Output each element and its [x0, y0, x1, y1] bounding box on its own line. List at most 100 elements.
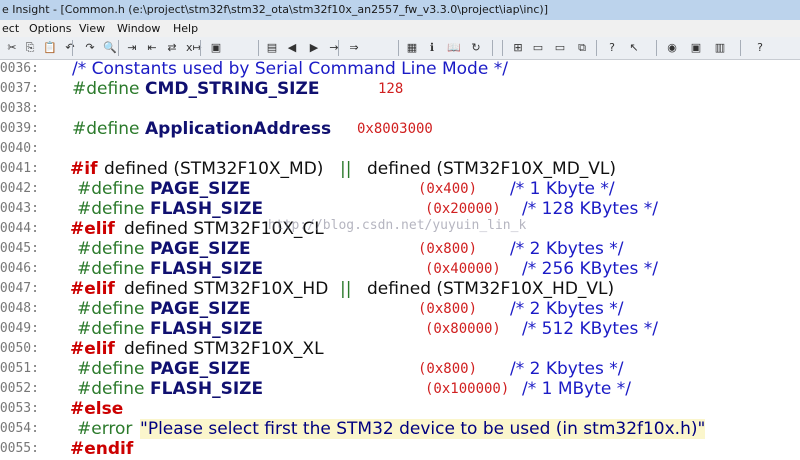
code-line[interactable]: 00045: #define PAGE_SIZE (0x800) /* 2 Kbyte… [0, 239, 800, 260]
toolbar-separator [258, 40, 259, 56]
find-icon[interactable]: 🔍 [102, 40, 118, 55]
code-line[interactable]: 00042: #define PAGE_SIZE (0x400) /* 1 Kbyte… [0, 179, 800, 200]
window3-icon[interactable]: ⧉ [574, 40, 590, 55]
code-token: PAGE_SIZE [150, 299, 251, 319]
toolbar-separator [118, 40, 119, 56]
jump-icon[interactable]: → [326, 40, 342, 55]
toolbar-separator [492, 40, 493, 56]
code-line[interactable]: 00050: #elif defined STM32F10X_XL [0, 339, 800, 360]
menu-view[interactable]: View [79, 22, 105, 35]
code-line[interactable]: 00048: #define PAGE_SIZE (0x800) /* 2 Kbyte… [0, 299, 800, 320]
forward-icon[interactable]: ▶ [306, 40, 322, 55]
line-number: 00044: [0, 221, 39, 236]
code-token: #define [77, 359, 150, 379]
line-number: 00037: [0, 81, 39, 96]
view2-icon[interactable]: ▣ [688, 40, 704, 55]
window-icon[interactable]: ▭ [530, 40, 546, 55]
toolbar: ✂⎘📋↶↷🔍⇥⇤⇄x↦y▣▤◀▶→⇒▦ℹ📖↻⊞▭▭⧉?↖◉▣▥? [0, 37, 800, 60]
symbol-icon[interactable]: ▦ [404, 40, 420, 55]
code-line[interactable]: 00041: #if defined (STM32F10X_MD) || defined… [0, 159, 800, 180]
code-line[interactable]: 00043: #define FLASH_SIZE (0x20000) /* 128 … [0, 199, 800, 220]
code-token: #else [70, 399, 124, 419]
info-icon[interactable]: ℹ [424, 40, 440, 55]
menu-help[interactable]: Help [173, 22, 198, 35]
view3-icon[interactable]: ▥ [712, 40, 728, 55]
code-token: #if [70, 159, 98, 179]
toolbar-separator [740, 40, 741, 56]
code-line[interactable]: 00038: [0, 100, 800, 120]
toolbar-separator [656, 40, 657, 56]
window2-icon[interactable]: ▭ [552, 40, 568, 55]
toolbar-separator [596, 40, 597, 56]
code-token: (0x40000) [425, 261, 501, 277]
code-line[interactable]: 00039: #define ApplicationAddress 0x800300… [0, 119, 800, 140]
code-token: 128 [378, 81, 404, 97]
code-line[interactable]: 00054: #error "Please select first the STM… [0, 419, 800, 440]
toolbar-separator [502, 40, 503, 56]
code-line[interactable]: 00055: #endif [0, 439, 800, 460]
refresh-icon[interactable]: ↻ [468, 40, 484, 55]
code-line[interactable]: 00052: #define FLASH_SIZE (0x100000) /* 1 M… [0, 379, 800, 400]
code-line[interactable]: 00053: #else [0, 399, 800, 420]
redo-icon[interactable]: ↷ [82, 40, 98, 55]
code-token: (0x800) [418, 241, 478, 257]
code-token: #define [72, 79, 145, 99]
find-next-icon[interactable]: ⇥ [124, 40, 140, 55]
replace-icon[interactable]: ⇄ [164, 40, 180, 55]
code-token: defined STM32F10X_HD [124, 279, 329, 299]
line-number: 00046: [0, 261, 39, 276]
code-line[interactable]: 00037: #define CMD_STRING_SIZE 128 [0, 79, 800, 100]
code-token: #define [77, 319, 150, 339]
code-token: defined (STM32F10X_MD_VL) [367, 159, 617, 179]
book-icon[interactable]: 📖 [446, 40, 462, 55]
code-token: #elif [70, 339, 115, 359]
cut-icon[interactable]: ✂ [4, 40, 20, 55]
help-icon[interactable]: ? [752, 40, 768, 55]
line-number: 00045: [0, 241, 39, 256]
bookmark-icon[interactable]: ▣ [208, 40, 224, 55]
code-line[interactable]: 00036: /* Constants used by Serial Comman… [0, 59, 800, 80]
back-icon[interactable]: ◀ [284, 40, 300, 55]
code-token: FLASH_SIZE [150, 319, 264, 339]
menu-project[interactable]: ect [2, 22, 19, 35]
code-token: PAGE_SIZE [150, 179, 251, 199]
pointer-icon[interactable]: ↖ [626, 40, 642, 55]
code-line[interactable]: 00047: #elif defined STM32F10X_HD || defined… [0, 279, 800, 300]
line-number: 00051: [0, 361, 39, 376]
code-token: FLASH_SIZE [150, 259, 264, 279]
code-token: /* 1 Kbyte */ [510, 179, 615, 199]
code-line[interactable]: 00046: #define FLASH_SIZE (0x40000) /* 256 … [0, 259, 800, 280]
code-line[interactable]: 00049: #define FLASH_SIZE (0x80000) /* 512 … [0, 319, 800, 340]
line-number: 00053: [0, 401, 39, 416]
undo-icon[interactable]: ↶ [62, 40, 78, 55]
code-line[interactable]: 00051: #define PAGE_SIZE (0x800) /* 2 Kbyte… [0, 359, 800, 380]
view1-icon[interactable]: ◉ [664, 40, 680, 55]
watermark: http://blog.csdn.net/yuyuin_lin_k [268, 218, 527, 233]
help-query-icon[interactable]: ? [604, 40, 620, 55]
line-number: 00052: [0, 381, 39, 396]
code-line[interactable]: 00040: [0, 140, 800, 160]
code-token: (0x800) [418, 301, 478, 317]
code-token: /* 2 Kbytes */ [510, 239, 624, 259]
code-token: /* 2 Kbytes */ [510, 299, 624, 319]
menu-options[interactable]: Options [29, 22, 71, 35]
code-token: #elif [70, 279, 115, 299]
line-number: 00038: [0, 101, 39, 116]
code-token: (0x20000) [425, 201, 501, 217]
bookmark-next-icon[interactable]: ▤ [264, 40, 280, 55]
menu-window[interactable]: Window [117, 22, 160, 35]
code-token: #define [77, 299, 150, 319]
menu-bar: ect Options View Window Help [0, 20, 800, 37]
code-token: defined STM32F10X_XL [124, 339, 324, 359]
copy-icon[interactable]: ⎘ [22, 40, 38, 55]
find-prev-icon[interactable]: ⇤ [144, 40, 160, 55]
jump2-icon[interactable]: ⇒ [346, 40, 362, 55]
code-token: #elif [70, 219, 115, 239]
code-token: #define [77, 259, 150, 279]
code-token: #define [72, 119, 145, 139]
paste-icon[interactable]: 📋 [42, 40, 58, 55]
code-token: /* 1 MByte */ [522, 379, 631, 399]
code-token: PAGE_SIZE [150, 359, 251, 379]
tile-icon[interactable]: ⊞ [510, 40, 526, 55]
code-editor[interactable]: 00036: /* Constants used by Serial Comman… [0, 59, 800, 460]
